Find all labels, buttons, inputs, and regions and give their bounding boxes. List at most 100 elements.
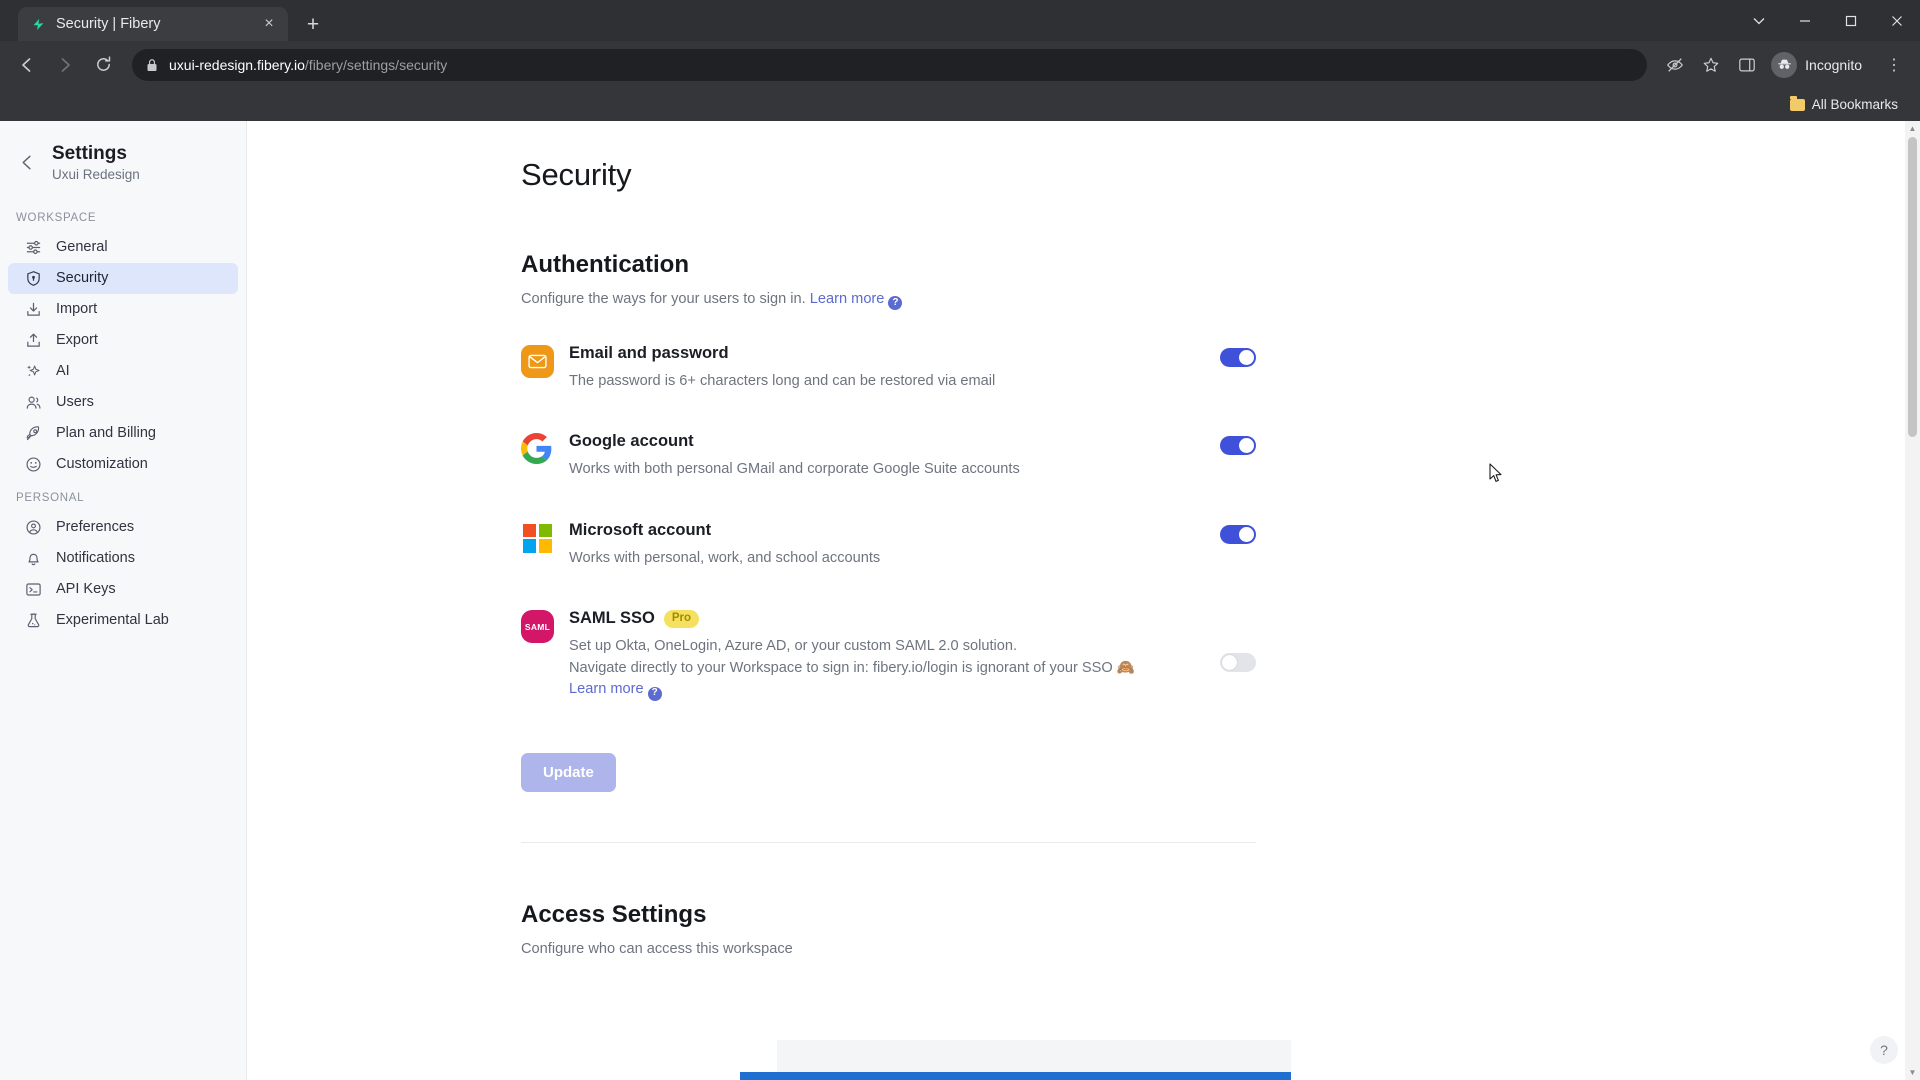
toggle-knob	[1222, 655, 1237, 671]
help-icon[interactable]: ?	[888, 295, 903, 310]
auth-method-name: Microsoft account	[569, 521, 1256, 540]
sidebar-item-ai[interactable]: AI	[8, 356, 238, 387]
auth-method-description: Works with personal, work, and school ac…	[569, 549, 881, 566]
saml-learn-more-link[interactable]: Learn more	[569, 681, 644, 697]
sidebar-group-personal: PERSONAL Preferences Notifications API K…	[0, 480, 246, 636]
maximize-button[interactable]	[1828, 0, 1874, 41]
update-button[interactable]: Update	[521, 753, 616, 793]
auth-method-body: Email and password The password is 6+ ch…	[569, 344, 1256, 393]
window-controls	[1736, 0, 1920, 41]
sidebar-item-label: Import	[56, 301, 98, 318]
saml-description-line-2: Navigate directly to your Workspace to s…	[569, 659, 1135, 676]
sidebar-item-security[interactable]: Security	[8, 262, 238, 294]
sidebar-item-notifications[interactable]: Notifications	[8, 543, 238, 574]
all-bookmarks-button[interactable]: All Bookmarks	[1782, 94, 1906, 115]
profile-button[interactable]: Incognito	[1767, 48, 1874, 82]
scroll-down-arrow[interactable]: ▼	[1905, 1065, 1920, 1080]
sidebar-item-label: Notifications	[56, 550, 135, 567]
sidebar-item-plan-and-billing[interactable]: Plan and Billing	[8, 418, 238, 449]
access-settings-heading: Access Settings	[521, 901, 707, 929]
upload-icon	[24, 331, 42, 349]
browser-tab[interactable]: Security | Fibery ×	[18, 7, 288, 41]
auth-method-title: SAML SSO	[569, 609, 655, 628]
browser-toolbar: uxui-redesign.fibery.io/fibery/settings/…	[0, 41, 1920, 88]
incognito-icon	[1771, 51, 1798, 78]
auth-method-name: Google account	[569, 432, 1256, 451]
user-circle-icon	[24, 518, 42, 536]
terminal-icon	[24, 580, 42, 598]
toggle-knob	[1239, 438, 1254, 454]
sidebar-item-import[interactable]: Import	[8, 294, 238, 325]
new-tab-button[interactable]: +	[298, 9, 328, 39]
sidebar-item-label: Customization	[56, 456, 148, 473]
toggle-saml-sso[interactable]	[1220, 653, 1256, 673]
auth-method-row: Microsoft account Works with personal, w…	[521, 511, 1256, 582]
reload-icon[interactable]	[86, 48, 120, 82]
page-scrollbar[interactable]: ▲ ▼	[1905, 121, 1920, 1080]
auth-method-description: The password is 6+ characters long and c…	[569, 372, 996, 389]
bookmarks-bar: All Bookmarks	[0, 88, 1920, 121]
bell-icon	[24, 549, 42, 567]
folder-icon	[1789, 95, 1805, 111]
back-icon[interactable]	[10, 48, 44, 82]
scroll-up-arrow[interactable]: ▲	[1905, 121, 1920, 136]
sliders-icon	[24, 238, 42, 256]
help-icon[interactable]: ?	[647, 686, 662, 701]
toggle-google-account[interactable]	[1220, 436, 1256, 456]
auth-method-name: Email and password	[569, 344, 1256, 363]
address-bar[interactable]: uxui-redesign.fibery.io/fibery/settings/…	[132, 48, 1648, 81]
tab-search-icon[interactable]	[1736, 0, 1782, 41]
sidebar-item-label: API Keys	[56, 581, 116, 598]
authentication-methods-list: Email and password The password is 6+ ch…	[521, 334, 1256, 714]
auth-method-row: SAML SAML SSO Pro Set up Okta, OneLogin,…	[521, 599, 1256, 713]
sidebar-item-customization[interactable]: Customization	[8, 449, 238, 480]
sidebar-item-preferences[interactable]: Preferences	[8, 512, 238, 543]
close-icon[interactable]: ×	[258, 13, 280, 35]
saml-icon-label: SAML	[524, 621, 551, 632]
google-icon	[521, 433, 554, 466]
authentication-learn-more-link[interactable]: Learn more	[810, 291, 885, 307]
auth-method-name: SAML SSO Pro	[569, 609, 1256, 628]
sidebar-item-label: AI	[56, 363, 70, 380]
eye-off-icon[interactable]	[1659, 49, 1691, 81]
toggle-email-and-password[interactable]	[1220, 347, 1256, 367]
url-path: /fibery/settings/security	[304, 56, 448, 73]
pro-badge: Pro	[663, 609, 700, 628]
sidebar-item-label: Security	[56, 270, 109, 287]
fibery-logo-icon	[30, 16, 47, 33]
sidebar-item-label: Plan and Billing	[56, 425, 156, 442]
toggle-knob	[1239, 349, 1254, 365]
back-arrow-icon[interactable]	[16, 151, 38, 173]
sidebar-item-label: Preferences	[56, 519, 135, 536]
browser-menu-icon[interactable]: ⋮	[1878, 49, 1910, 81]
sidebar-item-export[interactable]: Export	[8, 325, 238, 356]
sidebar-item-users[interactable]: Users	[8, 387, 238, 418]
content-inner: Security Authentication Configure the wa…	[247, 121, 1920, 957]
sidebar-item-label: Export	[56, 332, 98, 349]
auth-method-title: Email and password	[569, 343, 729, 362]
section-divider	[521, 842, 1256, 844]
side-panel-icon[interactable]	[1731, 49, 1763, 81]
authentication-description-text: Configure the ways for your users to sig…	[521, 291, 806, 307]
saml-icon: SAML	[521, 610, 554, 644]
download-icon	[24, 300, 42, 318]
sidebar-item-experimental-lab[interactable]: Experimental Lab	[8, 605, 238, 636]
page-viewport: Settings Uxui Redesign WORKSPACE General	[0, 121, 1920, 1080]
forward-icon[interactable]	[48, 48, 82, 82]
star-icon[interactable]	[1695, 49, 1727, 81]
scrollbar-thumb[interactable]	[1908, 137, 1917, 437]
window-close-button[interactable]	[1874, 0, 1920, 41]
settings-sidebar: Settings Uxui Redesign WORKSPACE General	[0, 121, 247, 1080]
minimize-button[interactable]	[1782, 0, 1828, 41]
auth-method-body: Microsoft account Works with personal, w…	[569, 521, 1256, 570]
sidebar-item-general[interactable]: General	[8, 232, 238, 263]
workspace-name: Uxui Redesign	[52, 166, 140, 182]
sidebar-item-api-keys[interactable]: API Keys	[8, 574, 238, 605]
toggle-microsoft-account[interactable]	[1220, 524, 1256, 544]
help-fab-button[interactable]: ?	[1870, 1036, 1898, 1064]
auth-method-title: Google account	[569, 432, 694, 451]
authentication-heading: Authentication	[521, 251, 689, 278]
url-host: uxui-redesign.fibery.io	[169, 56, 305, 73]
sidebar-item-label: Experimental Lab	[56, 612, 169, 629]
toggle-knob	[1239, 526, 1254, 542]
